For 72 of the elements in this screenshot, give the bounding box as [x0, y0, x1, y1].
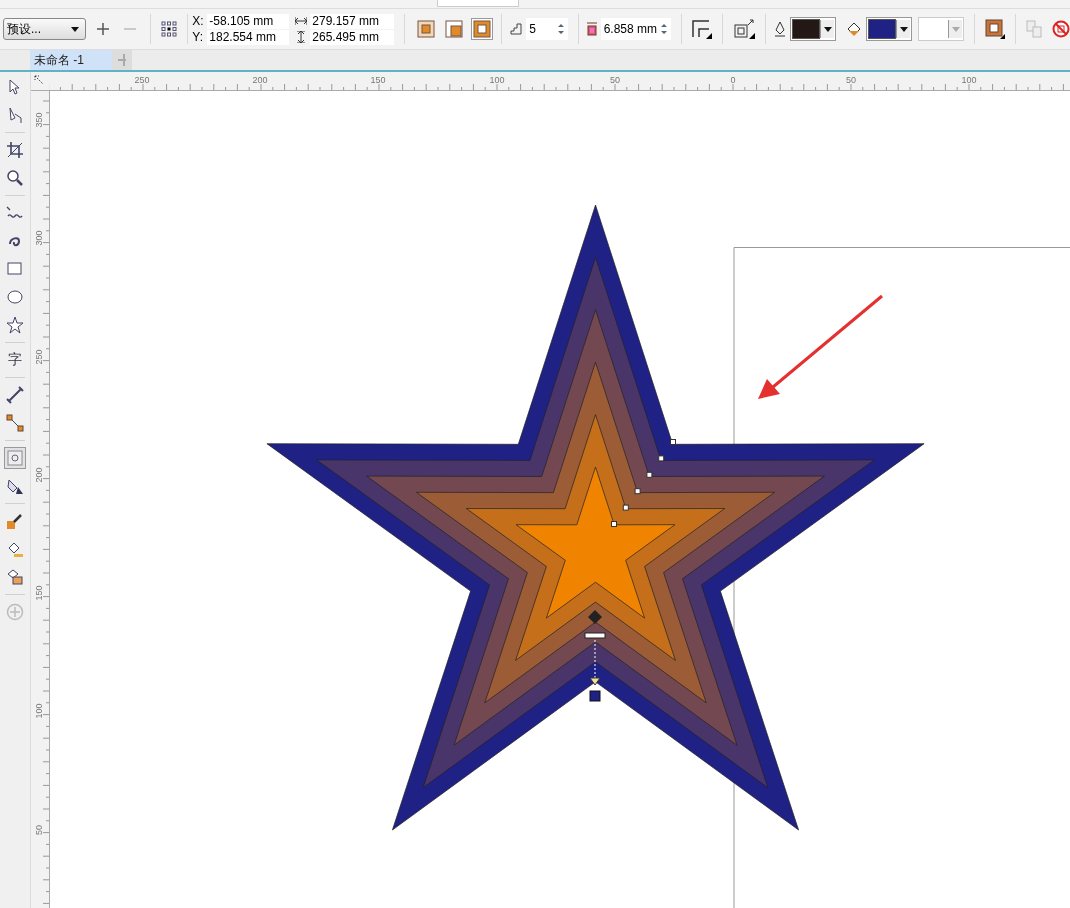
pen-icon [774, 21, 786, 37]
crop-tool[interactable] [4, 139, 26, 161]
rectangle-icon [6, 260, 24, 278]
ruler-label: 100 [34, 703, 44, 719]
height-field[interactable]: 265.495 mm [310, 29, 395, 45]
outline-color-picker[interactable] [790, 17, 836, 41]
width-icon [295, 16, 308, 26]
connector-tool[interactable] [4, 412, 26, 434]
ruler-label: 200 [34, 467, 44, 483]
y-position-field[interactable]: 182.554 mm [207, 29, 290, 45]
star-icon [6, 316, 24, 334]
ruler-label: 250 [134, 75, 150, 85]
caret-icon [951, 26, 960, 32]
offset-field[interactable]: 6.858 mm [600, 18, 671, 40]
ruler-label: 0 [730, 75, 736, 85]
acceleration-icon[interactable] [733, 19, 755, 39]
caret-icon [71, 26, 80, 32]
contour-direction-button[interactable] [471, 18, 494, 40]
contour-direction-icon [473, 20, 492, 38]
fill-icon [6, 477, 24, 495]
ruler-label: 150 [370, 75, 386, 85]
outline-icon [6, 568, 24, 586]
width-field[interactable]: 279.157 mm [310, 13, 395, 29]
ruler-label: 350 [34, 112, 44, 128]
eyedropper-icon [6, 512, 24, 530]
add-preset-icon[interactable] [96, 22, 111, 36]
connector-icon [6, 414, 24, 432]
add-icon [6, 603, 24, 621]
zoom-icon [6, 169, 24, 187]
plus-icon [118, 54, 126, 66]
contour-tool[interactable] [4, 447, 26, 469]
ruler-label: 50 [34, 825, 44, 835]
caret-icon [899, 26, 908, 32]
steps-icon [510, 23, 523, 35]
star-tool[interactable] [4, 314, 26, 336]
bucket-icon [846, 21, 862, 37]
smartfill-icon [6, 540, 24, 558]
grid-dots-icon[interactable] [161, 21, 178, 37]
ruler-label: 100 [489, 75, 505, 85]
caret-icon [823, 26, 832, 32]
dimension-tool[interactable] [4, 384, 26, 406]
fill-color-picker[interactable] [866, 17, 912, 41]
corner-icon[interactable] [692, 19, 712, 39]
ruler-label: 50 [846, 75, 856, 85]
ruler-label: 100 [961, 75, 977, 85]
shape-icon [6, 106, 24, 124]
frame-icon[interactable] [985, 19, 1005, 39]
contour-handles-drawing[interactable] [584, 439, 676, 702]
end-color-picker[interactable] [918, 17, 964, 41]
offset-icon [586, 22, 597, 36]
contour-direction-button[interactable] [443, 18, 466, 40]
preset-dropdown[interactable]: 预设... [3, 18, 87, 40]
ruler-label: 50 [610, 75, 620, 85]
text-tool[interactable]: 字 [4, 349, 26, 371]
contour-direction-button[interactable] [415, 18, 438, 40]
clear-contour-icon[interactable] [1052, 20, 1070, 38]
x-label: X: [192, 14, 205, 28]
contour-direction-icon [417, 20, 436, 38]
ruler-label: 250 [34, 349, 44, 365]
ruler-label: 300 [34, 230, 44, 246]
document-tab[interactable]: 未命名 -1 [30, 50, 112, 70]
ruler-label: 200 [252, 75, 268, 85]
ellipse-icon [6, 288, 24, 306]
contour-icon [6, 449, 24, 467]
crop-icon [6, 141, 24, 159]
y-label: Y: [192, 30, 204, 44]
height-icon [295, 31, 308, 43]
contour-direction-icon [445, 20, 464, 38]
steps-field[interactable]: 5 [526, 18, 568, 40]
ruler-label: 150 [34, 585, 44, 601]
dimension-icon [6, 386, 24, 404]
x-position-field[interactable]: -58.105 mm [207, 13, 290, 29]
